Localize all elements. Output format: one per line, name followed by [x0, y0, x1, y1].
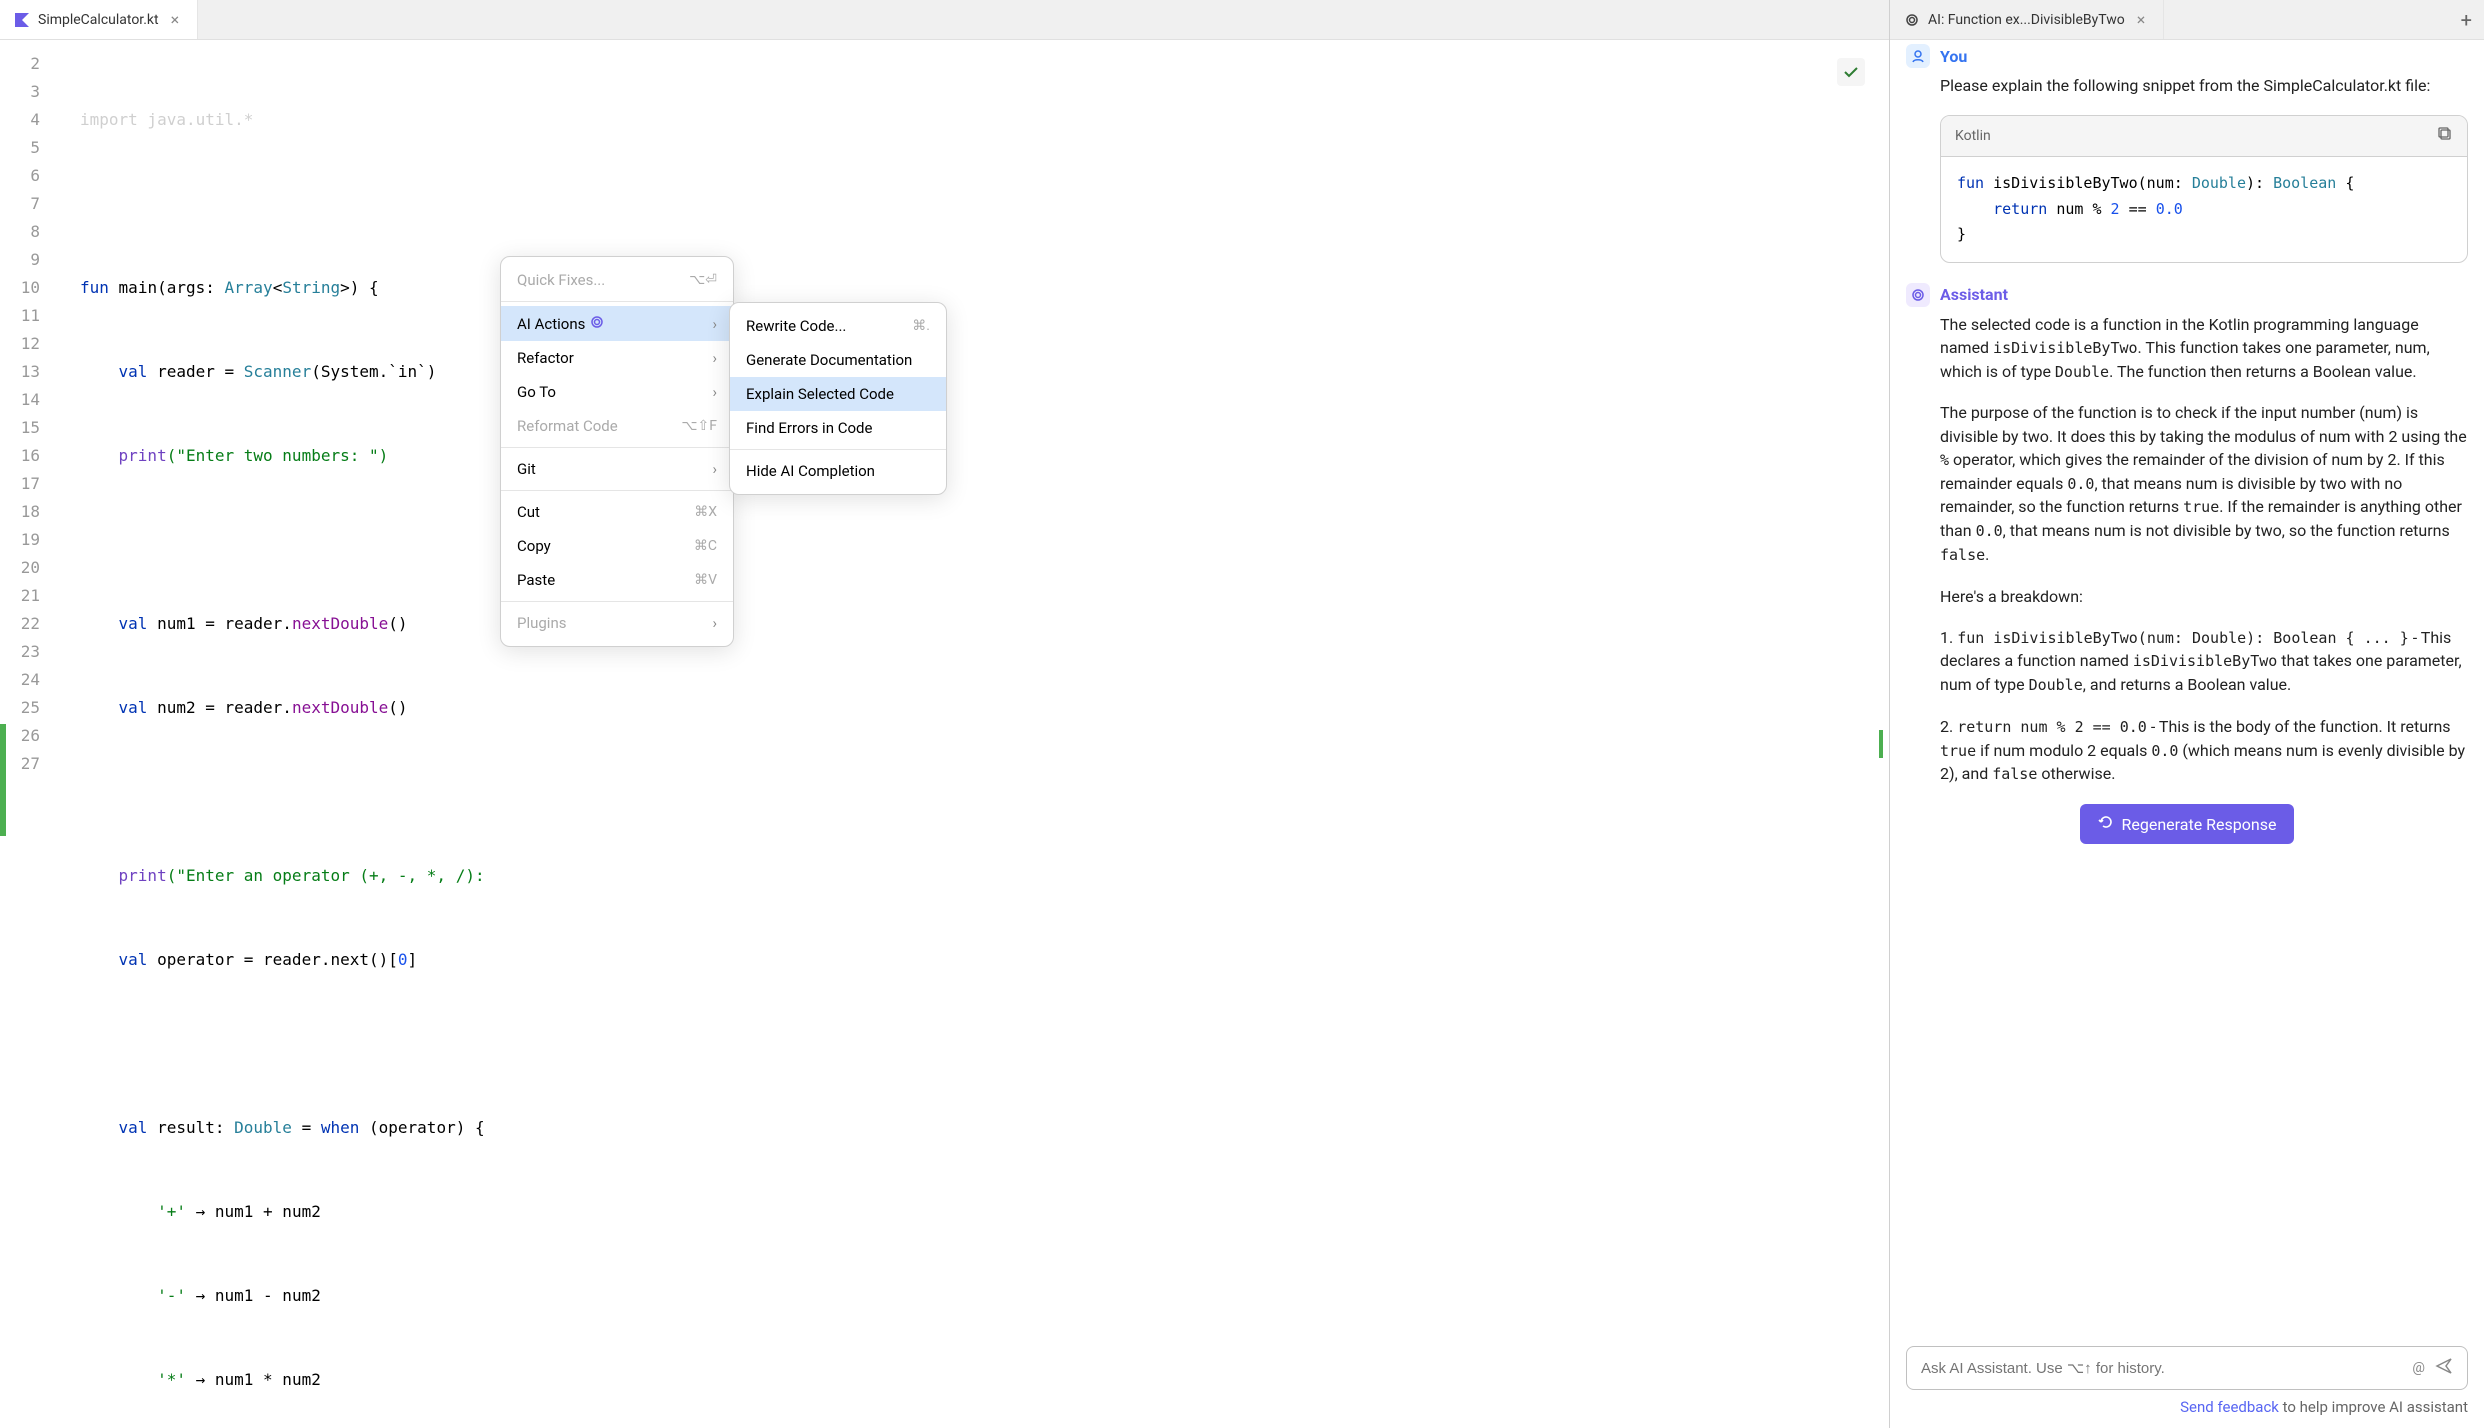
code-area[interactable]: import java.util.* fun main(args: Array<…	[62, 40, 1889, 1428]
tab-ai-label: AI: Function ex...DivisibleByTwo	[1928, 12, 2125, 28]
ai-panel: AI: Function ex...DivisibleByTwo × + You…	[1890, 0, 2484, 1428]
check-icon[interactable]	[1837, 58, 1865, 86]
chevron-right-icon: ›	[712, 460, 717, 478]
submenu-explain[interactable]: Explain Selected Code	[730, 377, 946, 411]
menu-shortcut: ⌘.	[912, 318, 930, 334]
code-snippet-body: fun isDivisibleByTwo(num: Double): Boole…	[1941, 157, 2467, 262]
code-snippet-lang: Kotlin	[1955, 128, 1991, 144]
send-icon[interactable]	[2435, 1357, 2453, 1379]
change-marker	[0, 724, 6, 836]
menu-copy[interactable]: Copy ⌘C	[501, 529, 733, 563]
menu-label: Rewrite Code...	[746, 317, 846, 335]
menu-label: Refactor	[517, 349, 574, 367]
menu-goto[interactable]: Go To ›	[501, 375, 733, 409]
kotlin-file-icon	[14, 12, 30, 28]
menu-shortcut: ⌥⇧F	[681, 418, 717, 434]
code-snippet-header: Kotlin	[1941, 116, 2467, 157]
tab-file-label: SimpleCalculator.kt	[38, 12, 159, 28]
submenu-rewrite[interactable]: Rewrite Code... ⌘.	[730, 309, 946, 343]
menu-ai-actions[interactable]: AI Actions ›	[501, 306, 733, 341]
menu-label: Generate Documentation	[746, 351, 912, 369]
assistant-avatar-icon	[1906, 283, 1930, 307]
menu-label: Hide AI Completion	[746, 462, 875, 480]
menu-shortcut: ⌘X	[694, 504, 717, 520]
user-message-text: Please explain the following snippet fro…	[1940, 74, 2468, 97]
at-icon[interactable]: @	[2412, 1360, 2425, 1376]
menu-label: Go To	[517, 383, 556, 401]
refresh-icon	[2098, 814, 2114, 834]
menu-label: Paste	[517, 571, 555, 589]
regenerate-button[interactable]: Regenerate Response	[2080, 804, 2295, 844]
tab-ai-chat[interactable]: AI: Function ex...DivisibleByTwo ×	[1890, 0, 2164, 39]
chevron-right-icon: ›	[712, 614, 717, 632]
footer: Send feedback to help improve AI assista…	[1890, 1398, 2484, 1428]
close-icon[interactable]: ×	[167, 10, 184, 29]
user-avatar-icon	[1906, 44, 1930, 68]
menu-label: Plugins	[517, 614, 566, 632]
close-icon[interactable]: ×	[2133, 10, 2150, 29]
menu-label: Quick Fixes...	[517, 271, 605, 289]
menu-git[interactable]: Git ›	[501, 452, 733, 486]
scrollbar-marker	[1879, 730, 1883, 758]
menu-quick-fixes[interactable]: Quick Fixes... ⌥⏎	[501, 263, 733, 297]
feedback-link[interactable]: Send feedback	[2180, 1398, 2279, 1416]
menu-plugins[interactable]: Plugins ›	[501, 606, 733, 640]
menu-paste[interactable]: Paste ⌘V	[501, 563, 733, 597]
editor-tab-bar: SimpleCalculator.kt ×	[0, 0, 1889, 40]
menu-label: Copy	[517, 537, 551, 555]
menu-cut[interactable]: Cut ⌘X	[501, 495, 733, 529]
chevron-right-icon: ›	[712, 349, 717, 367]
chevron-right-icon: ›	[712, 315, 717, 333]
ai-spiral-icon	[589, 314, 605, 330]
ai-tab-bar: AI: Function ex...DivisibleByTwo × +	[1890, 0, 2484, 40]
editor-panel: SimpleCalculator.kt × 2 3 4 5 6 7 8 9 10…	[0, 0, 1890, 1428]
submenu-errors[interactable]: Find Errors in Code	[730, 411, 946, 445]
menu-label: Reformat Code	[517, 417, 618, 435]
chat-input-row: @	[1906, 1346, 2468, 1390]
assistant-message-text: The selected code is a function in the K…	[1940, 313, 2468, 787]
editor-body: 2 3 4 5 6 7 8 9 10 11 12 13 14 15 16 17 …	[0, 40, 1889, 1428]
menu-reformat[interactable]: Reformat Code ⌥⇧F	[501, 409, 733, 443]
menu-shortcut: ⌘C	[694, 538, 717, 554]
ai-spiral-icon	[1904, 12, 1920, 28]
menu-shortcut: ⌘V	[694, 572, 717, 588]
chevron-right-icon: ›	[712, 383, 717, 401]
menu-refactor[interactable]: Refactor ›	[501, 341, 733, 375]
submenu-hide[interactable]: Hide AI Completion	[730, 454, 946, 488]
user-message-header: You	[1906, 44, 2468, 68]
footer-text: to help improve AI assistant	[2279, 1398, 2468, 1416]
tab-file[interactable]: SimpleCalculator.kt ×	[0, 0, 198, 39]
menu-label: Git	[517, 460, 536, 478]
ai-actions-submenu: Rewrite Code... ⌘. Generate Documentatio…	[729, 302, 947, 495]
assistant-name: Assistant	[1940, 285, 2008, 304]
menu-label: AI Actions	[517, 315, 585, 333]
code-snippet-block: Kotlin fun isDivisibleByTwo(num: Double)…	[1940, 115, 2468, 263]
menu-shortcut: ⌥⏎	[689, 272, 717, 288]
code-line: import java.util.*	[80, 106, 1889, 134]
user-name: You	[1940, 47, 1967, 66]
chat-input[interactable]	[1921, 1360, 2402, 1377]
menu-label: Explain Selected Code	[746, 385, 894, 403]
assistant-message-header: Assistant	[1906, 283, 2468, 307]
context-menu: Quick Fixes... ⌥⏎ AI Actions › Refactor …	[500, 256, 734, 647]
menu-label: Find Errors in Code	[746, 419, 872, 437]
regenerate-label: Regenerate Response	[2122, 815, 2277, 834]
ai-chat-body: You Please explain the following snippet…	[1890, 40, 2484, 1346]
add-tab-button[interactable]: +	[2461, 8, 2472, 32]
gutter: 2 3 4 5 6 7 8 9 10 11 12 13 14 15 16 17 …	[0, 40, 62, 1428]
copy-icon[interactable]	[2437, 126, 2453, 146]
menu-label: Cut	[517, 503, 540, 521]
submenu-docs[interactable]: Generate Documentation	[730, 343, 946, 377]
